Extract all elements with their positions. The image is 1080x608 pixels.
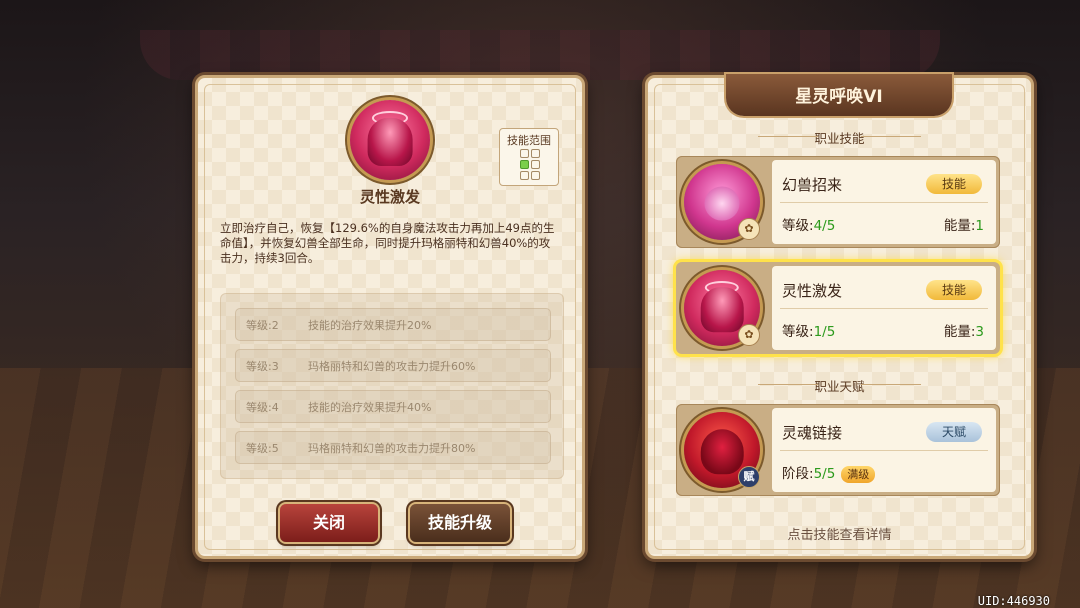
class-skills-panel: 星灵呼唤VI 职业技能 ✿ 幻兽招来 技能 等级:4/5 能量:1 ✿ 灵性激发… (645, 74, 1034, 559)
ornament-right (861, 136, 921, 137)
skill-tag-badge: 技能 (926, 174, 982, 194)
level-effect-text: 技能的治疗效果提升20% (308, 319, 432, 332)
user-id: UID:446930 (977, 594, 1050, 608)
level-number: 等级:3 (246, 360, 279, 373)
spirit-figure-icon (367, 117, 413, 166)
skill-range-grid (520, 149, 540, 180)
ornament-right (861, 384, 921, 385)
level-effect-row: 等级:5 玛格丽特和幻兽的攻击力提升80% (235, 431, 551, 464)
ornament-left (758, 136, 818, 137)
range-cell (520, 171, 529, 180)
range-cell (531, 160, 540, 169)
range-cell (520, 160, 529, 169)
skill-level: 等级:1/5 (782, 320, 835, 340)
level-effect-text: 玛格丽特和幻兽的攻击力提升60% (308, 360, 476, 373)
level-effect-row: 等级:3 玛格丽特和幻兽的攻击力提升60% (235, 349, 551, 382)
skill-card-body: 灵性激发 技能 等级:1/5 能量:3 (772, 266, 996, 350)
skill-card-summon[interactable]: ✿ 幻兽招来 技能 等级:4/5 能量:1 (676, 156, 1000, 248)
level-number: 等级:5 (246, 442, 279, 455)
energy-value: 3 (975, 324, 984, 340)
monkey-badge-icon: ✿ (738, 218, 760, 240)
class-title: 星灵呼唤VI (795, 87, 883, 107)
energy-label: 能量: (943, 218, 976, 234)
talent-card-soul-link[interactable]: 赋 灵魂链接 天赋 阶段:5/5 满级 (676, 404, 1000, 496)
tap-skill-hint: 点击技能查看详情 (787, 528, 892, 543)
skill-name: 灵性激发 (782, 282, 843, 300)
background-drape (140, 30, 940, 80)
spirit-figure-icon (700, 286, 744, 333)
skills-section-title: 职业技能 (648, 128, 1031, 147)
skill-title: 灵性激发 (359, 188, 420, 206)
energy-label: 能量: (943, 324, 976, 340)
talent-card-body: 灵魂链接 天赋 阶段:5/5 满级 (772, 408, 996, 492)
level-effect-text: 技能的治疗效果提升40% (308, 401, 432, 414)
max-level-badge: 满级 (841, 466, 876, 483)
range-cell (520, 149, 529, 158)
divider (780, 202, 988, 203)
skill-energy: 能量:1 (944, 214, 984, 234)
skill-upgrade-button[interactable]: 技能升级 (410, 504, 510, 542)
beast-orb-icon (704, 186, 740, 221)
skill-name: 幻兽招来 (782, 176, 843, 194)
level-effect-row: 等级:4 技能的治疗效果提升40% (235, 390, 551, 423)
level-number: 等级:4 (246, 401, 279, 414)
skill-detail-panel: 灵性激发 技能范围 立即治疗自己，恢复【129.6%的自身魔法攻击力再加上49点… (195, 75, 585, 559)
skill-tag-badge: 技能 (926, 280, 982, 300)
ornament-left (758, 384, 818, 385)
stage-label: 阶段: (782, 466, 814, 482)
level-label: 等级: (782, 218, 814, 234)
skill-card-body: 幻兽招来 技能 等级:4/5 能量:1 (772, 160, 996, 244)
skill-level: 等级:4/5 (782, 214, 835, 234)
close-button[interactable]: 关闭 (280, 504, 378, 542)
stage-value: 5/5 (813, 466, 836, 482)
skill-description: 立即治疗自己，恢复【129.6%的自身魔法攻击力再加上49点的生命值】，并恢复幻… (220, 221, 555, 265)
monkey-badge-icon: ✿ (738, 324, 760, 346)
talent-tag-badge: 天赋 (926, 422, 982, 442)
skills-section-label: 职业技能 (814, 131, 865, 146)
skill-energy: 能量:3 (944, 320, 984, 340)
level-label: 等级: (782, 324, 814, 340)
level-number: 等级:2 (246, 319, 279, 332)
class-title-banner: 星灵呼唤VI (726, 74, 952, 116)
level-effect-text: 玛格丽特和幻兽的攻击力提升80% (308, 442, 476, 455)
skill-icon (350, 100, 430, 180)
talent-badge-icon: 赋 (738, 466, 760, 488)
talent-name: 灵魂链接 (782, 424, 843, 442)
divider (780, 308, 988, 309)
energy-value: 1 (975, 218, 984, 234)
talent-section-label: 职业天赋 (814, 379, 865, 394)
hooded-figure-icon (700, 428, 744, 475)
level-value: 1/5 (813, 324, 836, 340)
level-effect-row: 等级:2 技能的治疗效果提升20% (235, 308, 551, 341)
divider (780, 450, 988, 451)
skill-range-label: 技能范围 (507, 134, 551, 147)
level-value: 4/5 (813, 218, 836, 234)
range-cell (531, 149, 540, 158)
range-cell (531, 171, 540, 180)
level-effects-list: 等级:2 技能的治疗效果提升20% 等级:3 玛格丽特和幻兽的攻击力提升60% 等级:4… (220, 293, 564, 479)
talent-stage: 阶段:5/5 满级 (782, 462, 876, 483)
skill-range-box: 技能范围 (499, 128, 559, 186)
skill-card-spirit-burst[interactable]: ✿ 灵性激发 技能 等级:1/5 能量:3 (676, 262, 1000, 354)
talent-section-title: 职业天赋 (648, 376, 1031, 395)
